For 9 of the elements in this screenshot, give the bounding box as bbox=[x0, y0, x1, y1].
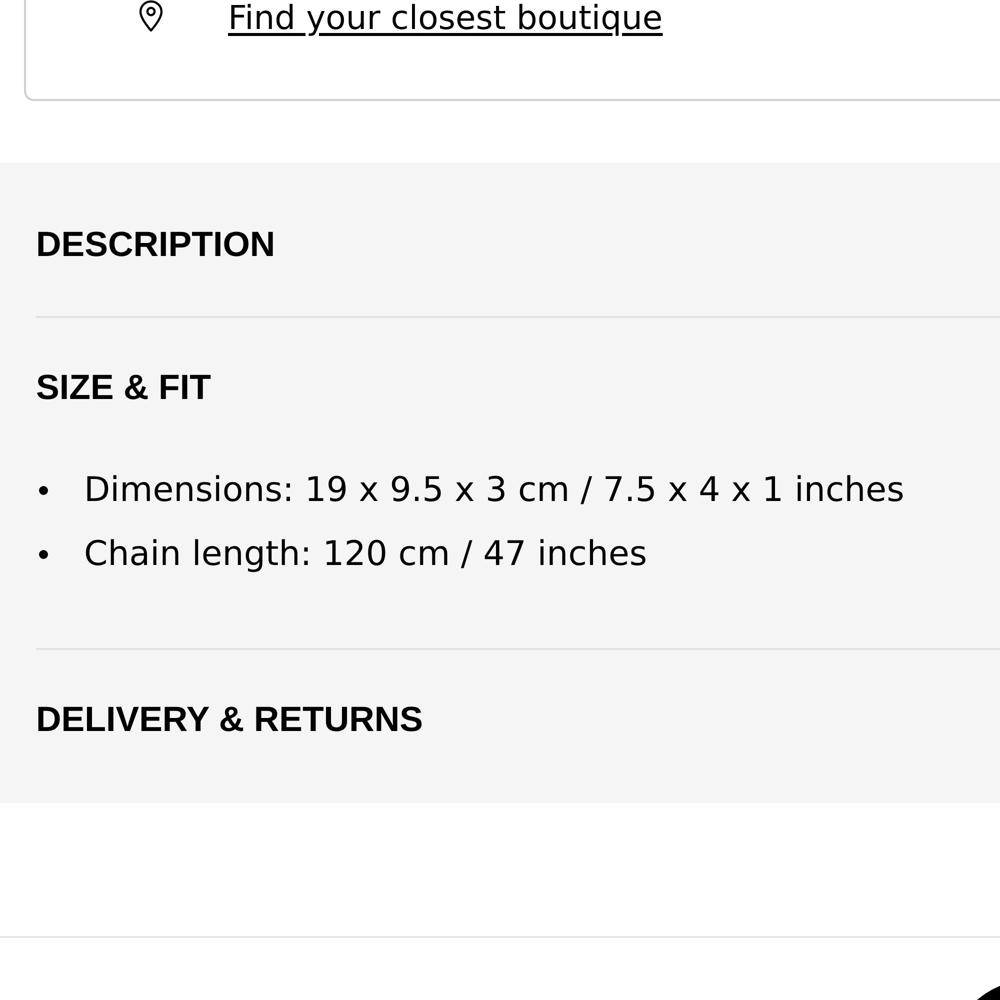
accordion-header[interactable]: DESCRIPTION bbox=[36, 222, 276, 268]
bullet-icon bbox=[39, 486, 48, 494]
accordion-header[interactable]: DELIVERY & RETURNS bbox=[36, 697, 423, 743]
spec-text: Chain length: 120 cm / 47 inches bbox=[84, 533, 648, 576]
accordion-header[interactable]: SIZE & FIT bbox=[36, 365, 211, 411]
boutique-link[interactable]: Find your closest boutique bbox=[228, 0, 663, 36]
spec-text: Dimensions: 19 x 9.5 x 3 cm / 7.5 x 4 x 1 inches bbox=[84, 469, 904, 512]
bullet-icon bbox=[39, 550, 48, 558]
location-pin-icon bbox=[137, 0, 165, 32]
